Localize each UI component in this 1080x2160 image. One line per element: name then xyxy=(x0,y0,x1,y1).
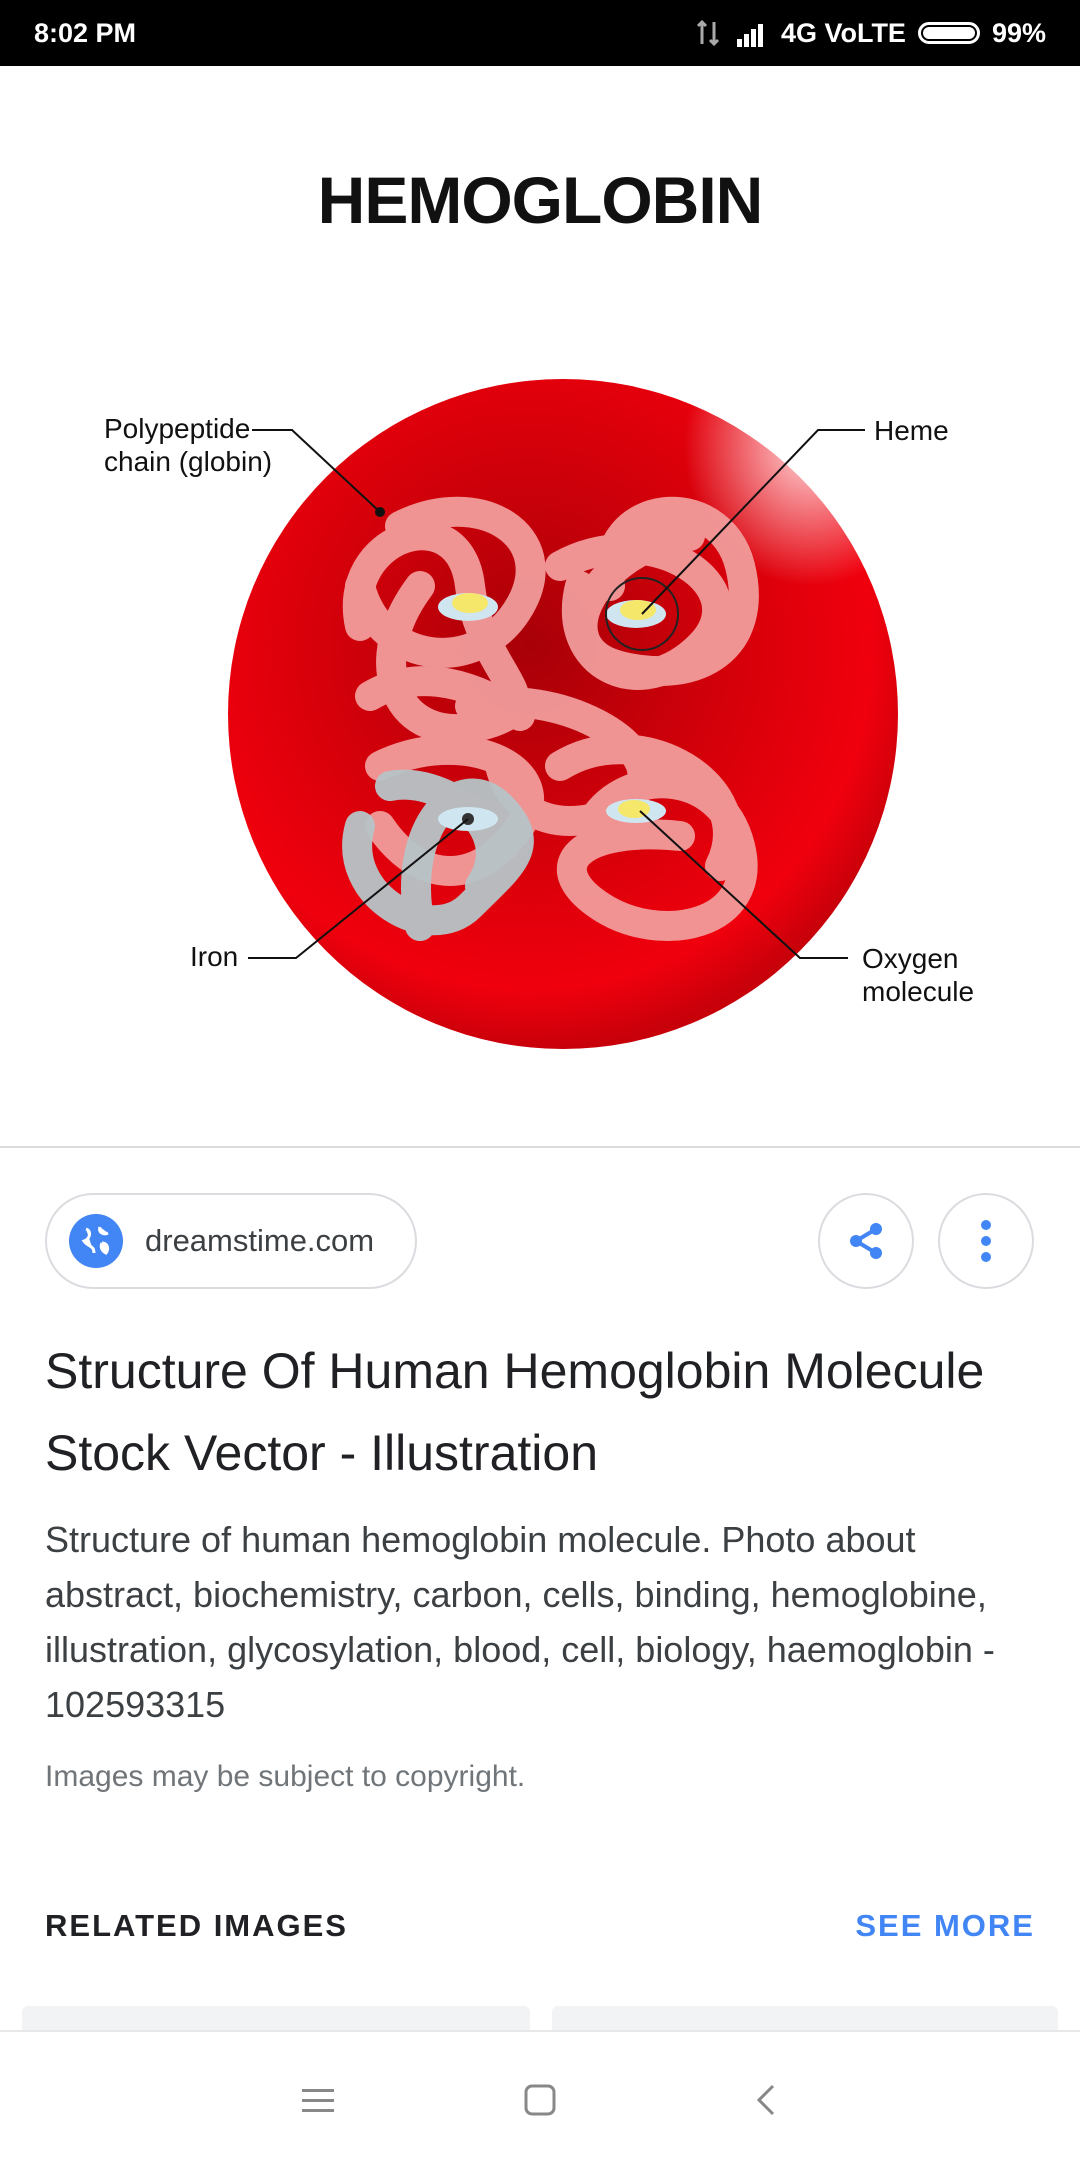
source-chip[interactable]: dreamstime.com xyxy=(45,1193,417,1289)
signal-icon xyxy=(736,24,763,47)
status-time: 8:02 PM xyxy=(34,17,137,48)
label-polypeptide: Polypeptide chain (globin) xyxy=(104,413,273,477)
network-label: 4G VoLTE xyxy=(780,17,906,48)
data-arrows-icon xyxy=(696,19,719,47)
battery-percent: 99% xyxy=(991,17,1046,48)
result-title[interactable]: Structure Of Human Hemoglobin Molecule S… xyxy=(45,1330,1035,1494)
home-icon xyxy=(524,2084,556,2116)
result-description: Structure of human hemoglobin molecule. … xyxy=(45,1519,995,1725)
back-button[interactable] xyxy=(736,2070,796,2130)
hemoglobin-image[interactable]: HEMOGLOBIN Polypeptide chain (globin) He… xyxy=(0,66,1080,1146)
label-heme: Heme xyxy=(874,415,949,446)
back-icon xyxy=(756,2084,775,2116)
label-oxygen: Oxygen molecule xyxy=(862,943,975,1007)
more-options-button[interactable] xyxy=(938,1193,1034,1289)
status-bar: 8:02 PM 4G VoLTE 99% xyxy=(0,0,1080,66)
see-more-link[interactable]: SEE MORE xyxy=(855,1908,1035,1944)
status-icons: 4G VoLTE 99% xyxy=(693,18,1046,49)
label-iron: Iron xyxy=(190,941,239,972)
globe-icon xyxy=(69,1214,123,1268)
menu-icon xyxy=(302,2089,334,2112)
related-images-heading: RELATED IMAGES xyxy=(45,1908,348,1943)
menu-button[interactable] xyxy=(288,2070,348,2130)
home-button[interactable] xyxy=(510,2070,570,2130)
more-vert-icon xyxy=(981,1220,991,1262)
navigation-bar xyxy=(0,2030,1080,2160)
battery-icon xyxy=(917,22,980,44)
share-icon xyxy=(850,1223,882,1259)
divider xyxy=(0,1146,1080,1148)
share-button[interactable] xyxy=(818,1193,914,1289)
source-domain: dreamstime.com xyxy=(145,1223,375,1258)
image-title: HEMOGLOBIN xyxy=(317,163,764,237)
copyright-notice: Images may be subject to copyright. xyxy=(45,1760,526,1793)
